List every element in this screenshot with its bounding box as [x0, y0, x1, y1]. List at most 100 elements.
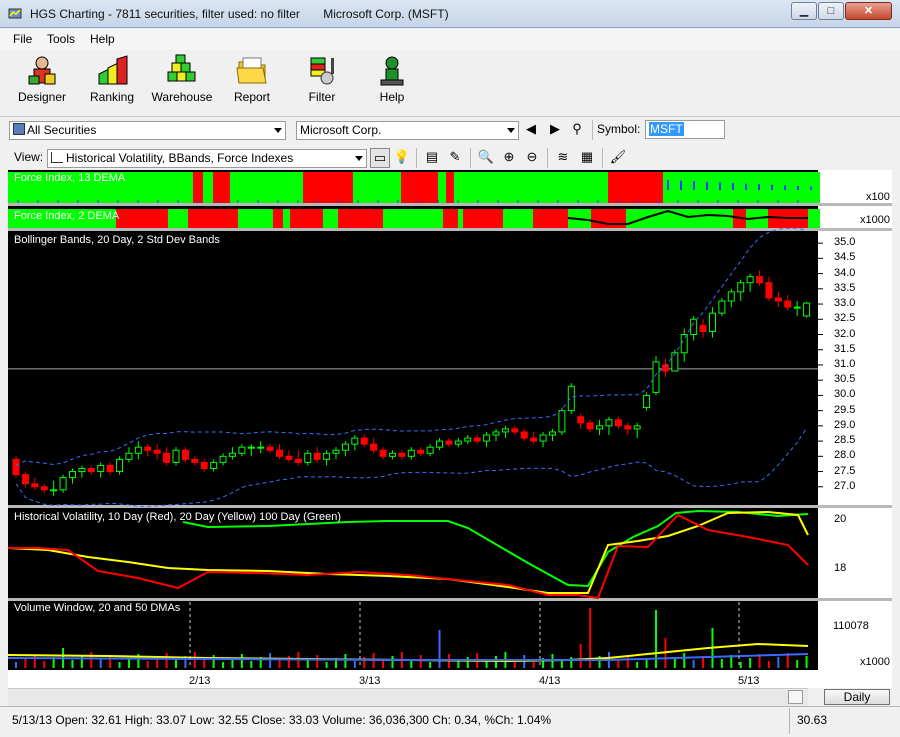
menu-help[interactable]: Help	[90, 32, 115, 46]
force2-segment	[443, 209, 458, 228]
scrollbar-thumb[interactable]	[788, 690, 803, 704]
force13-segment	[353, 172, 401, 203]
date-label-apr: 4/13	[539, 675, 561, 687]
candle-body	[125, 452, 133, 460]
candle-body	[50, 489, 58, 492]
filter-button[interactable]: Filter	[287, 52, 357, 112]
edit-icon[interactable]: ✎	[446, 148, 464, 166]
candle-body	[445, 440, 453, 445]
pane-separator	[8, 228, 892, 231]
candle-body	[652, 361, 660, 393]
designer-button[interactable]: Designer	[7, 52, 77, 112]
window-title: HGS Charting - 7811 securities, filter u…	[30, 7, 449, 21]
ranking-label: Ranking	[89, 90, 135, 104]
candle-body	[539, 434, 547, 442]
lower-band	[15, 427, 808, 508]
menu-file[interactable]: File	[13, 32, 32, 46]
symbol-value: MSFT	[649, 122, 684, 136]
symbol-input[interactable]: MSFT	[645, 120, 725, 139]
minimize-button[interactable]: ▁	[791, 2, 817, 20]
status-text: 5/13/13 Open: 32.61 High: 33.07 Low: 32.…	[12, 713, 552, 727]
price-tick-label: 29.0	[834, 418, 856, 431]
view-dropdown[interactable]: Historical Volatility, BBands, Force Ind…	[47, 149, 367, 168]
warehouse-button[interactable]: Warehouse	[147, 52, 217, 112]
candle-body	[793, 306, 801, 309]
candle-body	[605, 419, 613, 427]
force2-segment	[283, 209, 290, 228]
zoom-out-icon[interactable]: ⊖	[523, 148, 541, 166]
candle-body	[586, 422, 594, 430]
warehouse-label: Warehouse	[151, 90, 213, 104]
price-tick-label: 28.5	[834, 434, 856, 447]
candle-body	[370, 443, 378, 451]
candle-body	[87, 468, 95, 473]
candle-body	[577, 416, 585, 424]
price-tick-label: 30.5	[834, 373, 856, 386]
security-dropdown[interactable]: Microsoft Corp.	[296, 121, 519, 140]
candle-body	[718, 300, 726, 314]
candle-body	[68, 471, 76, 479]
zoom-in-icon[interactable]: ⊕	[500, 148, 518, 166]
securities-list-dropdown[interactable]: All Securities	[9, 121, 286, 140]
candle-body	[238, 446, 246, 454]
date-label-mar: 3/13	[359, 675, 381, 687]
candle-body	[200, 461, 208, 469]
horizontal-scrollbar[interactable]	[8, 688, 808, 706]
tip-icon[interactable]: 💡	[393, 148, 411, 166]
force13-segment	[230, 172, 303, 203]
maximize-button[interactable]: □	[818, 2, 844, 20]
table-icon[interactable]: ▦	[578, 148, 596, 166]
force2-segment	[591, 209, 626, 228]
candle-body	[398, 452, 406, 457]
zoom-icon[interactable]: 🔍	[477, 148, 495, 166]
properties-icon[interactable]: ▤	[423, 148, 441, 166]
candle-body	[690, 318, 698, 335]
candle-body	[134, 446, 142, 454]
candle-body	[341, 443, 349, 451]
candle-body	[774, 297, 782, 302]
candle-body	[21, 474, 29, 485]
force2-segment	[383, 209, 443, 228]
candle-body	[276, 449, 284, 457]
candle-body	[144, 446, 152, 451]
separator	[547, 148, 548, 168]
help-icon	[380, 56, 404, 86]
period-button[interactable]: Daily	[824, 689, 890, 705]
paint-icon[interactable]: 🖌	[609, 148, 627, 166]
force2-segment	[168, 209, 188, 228]
candle-body	[417, 449, 425, 454]
report-button[interactable]: Report	[217, 52, 287, 112]
candle-body	[257, 446, 265, 449]
close-button[interactable]: ✕	[845, 2, 892, 20]
ranking-button[interactable]: Ranking	[77, 52, 147, 112]
force2-segment	[533, 209, 568, 228]
candle-body	[501, 428, 509, 433]
candle-body	[473, 437, 481, 442]
price-tick-label: 27.5	[834, 464, 856, 477]
force13-segment	[446, 172, 454, 203]
design-view-button[interactable]: ▭	[370, 148, 390, 168]
candle-body	[116, 458, 124, 473]
hv-10-line	[8, 513, 809, 600]
help-button[interactable]: Help	[357, 52, 427, 112]
status-bar: 5/13/13 Open: 32.61 High: 33.07 Low: 32.…	[0, 706, 900, 737]
force13-segment	[663, 172, 820, 203]
force2-segment	[273, 209, 283, 228]
menu-bar: File Tools Help	[0, 29, 900, 51]
candle-body	[172, 449, 180, 463]
designer-icon	[28, 56, 56, 85]
next-security-button[interactable]: ▶	[546, 120, 564, 138]
candle-body	[247, 446, 255, 449]
candle-body	[219, 455, 227, 463]
volume-unit: x1000	[860, 656, 890, 668]
menu-tools[interactable]: Tools	[47, 32, 75, 46]
chart-area[interactable]: Force Index, 13 DEMA Force Index, 2 DEMA…	[7, 170, 892, 688]
candle-body	[191, 458, 199, 463]
hv-20-line	[7, 510, 809, 594]
previous-security-button[interactable]: ◀	[522, 120, 540, 138]
candle-body	[360, 437, 368, 445]
price-tick-label: 35.0	[834, 236, 856, 249]
lines-icon[interactable]: ≋	[554, 148, 572, 166]
binoculars-icon[interactable]: ⚲	[568, 120, 586, 138]
candle-body	[332, 449, 340, 454]
